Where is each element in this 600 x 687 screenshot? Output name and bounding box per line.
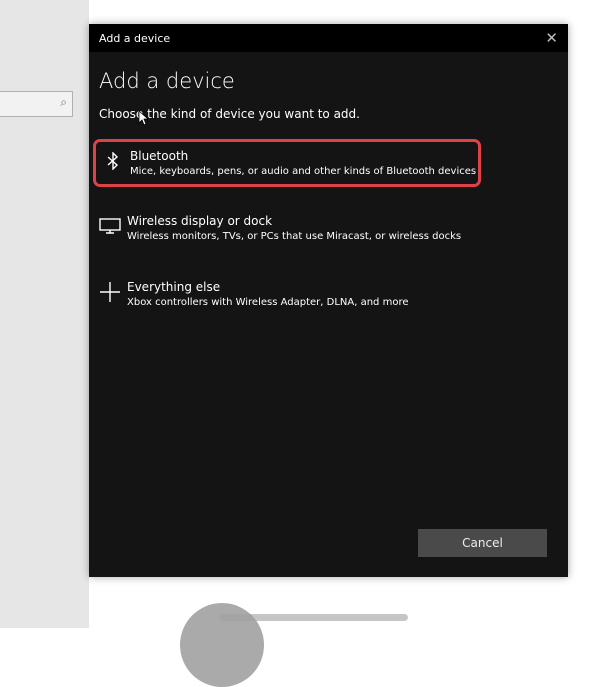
bluetooth-icon xyxy=(96,150,130,175)
settings-sidebar: ⌕ xyxy=(0,0,89,628)
option-wireless-display[interactable]: Wireless display or dock Wireless monito… xyxy=(93,206,476,250)
option-bluetooth[interactable]: Bluetooth Mice, keyboards, pens, or audi… xyxy=(93,139,481,187)
search-icon: ⌕ xyxy=(60,95,67,109)
option-title: Wireless display or dock xyxy=(127,214,273,228)
option-everything-else[interactable]: Everything else Xbox controllers with Wi… xyxy=(93,272,476,316)
mouse-cursor-icon xyxy=(138,110,150,130)
cancel-button[interactable]: Cancel xyxy=(418,529,547,557)
option-desc: Wireless monitors, TVs, or PCs that use … xyxy=(127,231,462,242)
subtitle: Choose the kind of device you want to ad… xyxy=(99,107,360,121)
search-input[interactable]: ⌕ xyxy=(0,91,73,117)
option-title: Everything else xyxy=(127,280,221,294)
window-title: Add a device xyxy=(99,31,171,45)
option-desc: Xbox controllers with Wireless Adapter, … xyxy=(127,297,409,308)
title-bar: Add a device ✕ xyxy=(89,24,568,52)
monitor-icon xyxy=(93,217,127,240)
add-device-dialog: Add a device ✕ Add a device Choose the k… xyxy=(89,24,568,577)
home-indicator xyxy=(220,614,408,621)
page-title: Add a device xyxy=(99,69,235,93)
option-desc: Mice, keyboards, pens, or audio and othe… xyxy=(130,166,477,177)
close-icon[interactable]: ✕ xyxy=(545,29,558,47)
option-title: Bluetooth xyxy=(130,149,189,163)
plus-icon xyxy=(93,281,127,308)
